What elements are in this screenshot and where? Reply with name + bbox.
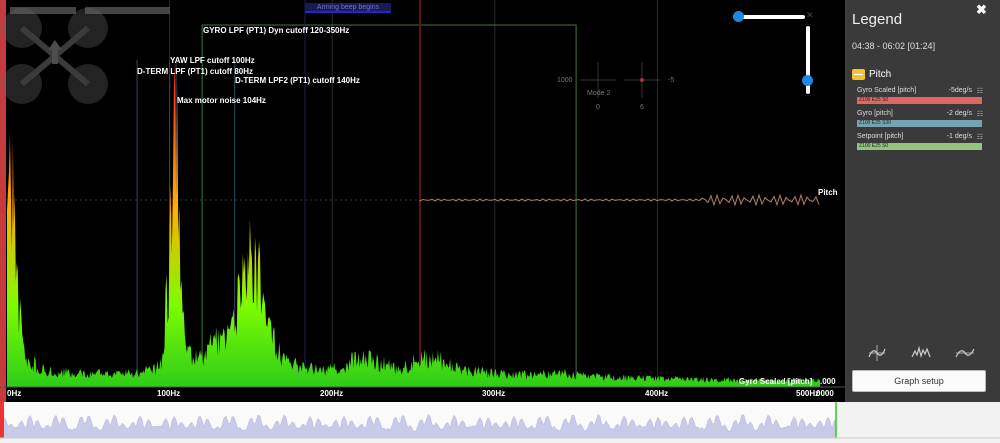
close-icon[interactable]: ✖ xyxy=(976,2,987,18)
zoom-slider-vertical-handle[interactable] xyxy=(802,75,813,86)
settings-menu-icon[interactable]: ☷ xyxy=(977,110,983,118)
settings-menu-icon[interactable]: ☷ xyxy=(977,133,983,141)
craft-overlay xyxy=(2,8,108,104)
zoom-slider-horizontal-handle[interactable] xyxy=(733,11,744,22)
legend-item-value: -2 deg/s xyxy=(946,110,972,117)
legend-item-color-bar: Z100 E25 S0 xyxy=(857,143,982,150)
stick-bottom-left: 0 xyxy=(596,104,600,111)
x-tick-label: 100Hz xyxy=(157,389,181,398)
legend-title: Legend xyxy=(852,11,903,28)
timeline-svg xyxy=(0,402,1000,439)
spectrum-svg xyxy=(0,0,845,402)
graph-mode-icons xyxy=(867,345,975,361)
smooth-graph-icon[interactable] xyxy=(955,345,975,361)
spectrum-icon[interactable] xyxy=(911,345,931,361)
stick-position-dot xyxy=(640,78,644,82)
series-value-label-secondary: 0000 xyxy=(816,389,834,398)
spectrum-area xyxy=(7,62,820,387)
graph-canvas[interactable]: Arming beep begins GYRO LPF (PT1) Dyn cu… xyxy=(0,0,845,402)
graph-group-icon[interactable] xyxy=(852,69,865,80)
legend-item-name: Setpoint [pitch] xyxy=(857,133,904,140)
legend-item-value: -1 deg/s xyxy=(946,133,972,140)
x-tick-label: 300Hz xyxy=(482,389,506,398)
series-value-label: .000 xyxy=(820,377,836,386)
stick-left-value: 1000 xyxy=(557,77,573,84)
overlay-close-icon[interactable]: ✕ xyxy=(806,10,814,21)
legend-group-name: Pitch xyxy=(869,69,892,80)
event-label: Arming beep begins xyxy=(305,3,391,13)
raw-graph-icon[interactable] xyxy=(867,345,887,361)
stick-right-value: -5 xyxy=(668,77,675,84)
annotation-motor-noise: Max motor noise 104Hz xyxy=(177,96,266,105)
timeline-overview[interactable] xyxy=(0,402,1000,443)
x-tick-label: 200Hz xyxy=(320,389,344,398)
annotation-dterm-lpf: D-TERM LPF (PT1) cutoff 80Hz xyxy=(137,67,253,76)
legend-time-range: 04:38 - 06:02 [01:24] xyxy=(852,41,936,51)
stick-bottom-right: 6 xyxy=(640,104,644,111)
annotation-dterm-lpf2: D-TERM LPF2 (PT1) cutoff 140Hz xyxy=(235,76,360,85)
settings-menu-icon[interactable]: ☷ xyxy=(977,87,983,95)
pitch-trace-line xyxy=(419,193,820,207)
legend-item-color-bar: Z100 E25 S30 xyxy=(857,120,982,127)
series-name-label: Gyro Scaled [pitch] xyxy=(739,377,813,386)
annotation-yaw-lpf: YAW LPF cutoff 100Hz xyxy=(170,56,255,65)
legend-item-name: Gyro Scaled [pitch] xyxy=(857,87,917,94)
timeline-start-marker xyxy=(0,402,4,438)
annotation-gyro-lpf: GYRO LPF (PT1) Dyn cutoff 120-350Hz xyxy=(203,26,350,35)
graph-setup-button[interactable]: Graph setup xyxy=(852,370,986,392)
pitch-edge-label: Pitch xyxy=(818,188,838,197)
legend-group-pitch[interactable]: Pitch xyxy=(852,69,891,80)
x-tick-label: 0Hz xyxy=(7,389,22,398)
blackbox-explorer: Arming beep begins GYRO LPF (PT1) Dyn cu… xyxy=(0,0,1000,443)
legend-item-value: -5deg/s xyxy=(948,87,972,94)
legend-item-color-bar: Z100 E25 S0 xyxy=(857,97,982,104)
stick-mode-label: Mode 2 xyxy=(587,90,611,97)
legend-panel: Legend ✖ 04:38 - 06:02 [01:24] Pitch Gyr… xyxy=(845,0,1000,402)
legend-item-name: Gyro [pitch] xyxy=(857,110,893,117)
x-tick-label: 400Hz xyxy=(645,389,669,398)
